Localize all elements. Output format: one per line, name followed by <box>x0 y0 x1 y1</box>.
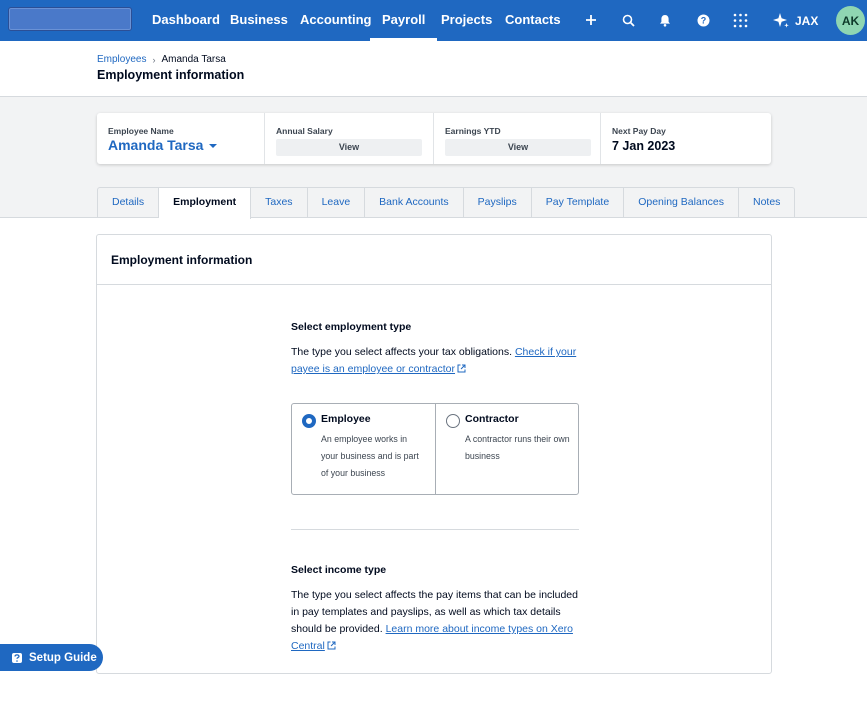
tab-details[interactable]: Details <box>98 188 160 217</box>
caret-down-icon <box>209 144 218 148</box>
app-grid-icon[interactable] <box>728 8 752 32</box>
panel-title: Employment information <box>97 235 771 285</box>
nav-business[interactable]: Business <box>230 0 288 41</box>
breadcrumb: Employees › Amanda Tarsa <box>97 54 226 65</box>
next-pay-day-cell: Next Pay Day 7 Jan 2023 <box>600 113 771 164</box>
employee-option[interactable]: Employee An employee works in your busin… <box>292 404 435 494</box>
breadcrumb-employees-link[interactable]: Employees <box>97 54 146 65</box>
next-pay-day-value: 7 Jan 2023 <box>612 139 676 153</box>
contractor-radio[interactable] <box>446 414 460 428</box>
employee-option-description: An employee works in your business and i… <box>321 434 419 478</box>
svg-text:?: ? <box>700 15 706 25</box>
contractor-option-description: A contractor runs their own business <box>465 434 570 461</box>
organisation-switcher[interactable] <box>8 7 132 31</box>
earnings-ytd-view-button[interactable]: View <box>445 139 591 156</box>
jax-label: JAX <box>795 13 819 28</box>
tab-bank-accounts[interactable]: Bank Accounts <box>365 188 464 217</box>
annual-salary-view-button[interactable]: View <box>276 139 422 156</box>
top-navigation-bar: Dashboard Business Accounting Payroll Pr… <box>0 0 867 41</box>
contractor-option[interactable]: Contractor A contractor runs their own b… <box>435 404 578 494</box>
help-icon[interactable]: ? <box>691 8 715 32</box>
next-pay-day-label: Next Pay Day <box>612 126 666 136</box>
income-type-section: Select income type The type you select a… <box>291 564 579 655</box>
section-divider <box>291 529 579 530</box>
employee-option-label: Employee <box>321 413 371 425</box>
nav-accounting[interactable]: Accounting <box>300 0 372 41</box>
employment-type-selector: Employee An employee works in your busin… <box>291 403 579 495</box>
annual-salary-cell: Annual Salary View <box>264 113 433 164</box>
search-icon[interactable] <box>616 8 640 32</box>
user-avatar[interactable]: AK <box>836 6 865 35</box>
chevron-right-icon: › <box>152 54 156 65</box>
tab-taxes[interactable]: Taxes <box>251 188 308 217</box>
employee-name-cell: Employee Name Amanda Tarsa <box>97 113 264 164</box>
nav-payroll[interactable]: Payroll <box>370 0 438 41</box>
bell-icon[interactable] <box>653 8 677 32</box>
employment-type-description: The type you select affects your tax obl… <box>291 346 577 375</box>
jax-assistant-button[interactable]: JAX <box>772 0 818 41</box>
contractor-option-label: Contractor <box>465 413 519 425</box>
setup-guide-button[interactable]: Setup Guide <box>0 644 103 671</box>
guide-icon <box>12 652 22 663</box>
employment-type-title: Select employment type <box>291 321 412 333</box>
page-title: Employment information <box>97 68 245 82</box>
tab-opening-balances[interactable]: Opening Balances <box>624 188 739 217</box>
annual-salary-label: Annual Salary <box>276 126 333 136</box>
external-link-icon <box>457 364 466 373</box>
setup-guide-label: Setup Guide <box>29 651 97 664</box>
page-header: Employees › Amanda Tarsa Employment info… <box>0 41 867 97</box>
employee-name-dropdown[interactable]: Amanda Tarsa <box>108 137 218 153</box>
income-type-description: The type you select affects the pay item… <box>291 589 578 652</box>
tab-pay-template[interactable]: Pay Template <box>532 188 625 217</box>
add-icon[interactable] <box>579 8 603 32</box>
tab-notes[interactable]: Notes <box>739 188 794 217</box>
employment-type-section: Select employment type The type you sele… <box>291 321 579 378</box>
employee-tabs: Details Employment Taxes Leave Bank Acco… <box>97 187 796 219</box>
breadcrumb-current: Amanda Tarsa <box>161 54 226 65</box>
earnings-ytd-label: Earnings YTD <box>445 126 501 136</box>
employee-name: Amanda Tarsa <box>108 137 204 153</box>
employee-summary-card: Employee Name Amanda Tarsa Annual Salary… <box>97 113 771 164</box>
income-type-title: Select income type <box>291 564 387 576</box>
tab-payslips[interactable]: Payslips <box>464 188 532 217</box>
nav-contacts[interactable]: Contacts <box>505 0 561 41</box>
external-link-icon <box>327 641 336 650</box>
employee-name-label: Employee Name <box>108 126 174 136</box>
employee-radio[interactable] <box>302 414 316 428</box>
nav-dashboard[interactable]: Dashboard <box>152 0 220 41</box>
sparkle-icon <box>773 12 789 28</box>
nav-projects[interactable]: Projects <box>441 0 492 41</box>
earnings-ytd-cell: Earnings YTD View <box>433 113 600 164</box>
tab-leave[interactable]: Leave <box>308 188 366 217</box>
tab-employment[interactable]: Employment <box>159 188 252 219</box>
employment-information-panel: Employment information Select employment… <box>96 234 772 674</box>
